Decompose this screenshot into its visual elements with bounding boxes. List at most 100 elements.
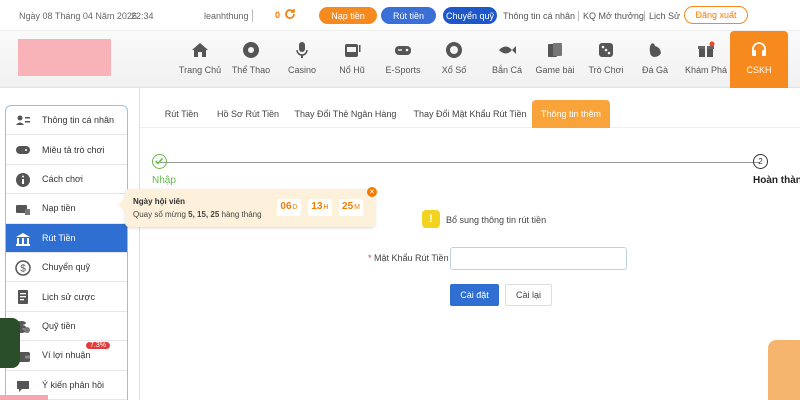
sidebar-item-label: Thông tin cá nhân (42, 115, 115, 126)
progress-line (160, 162, 760, 163)
deposit-button[interactable]: Nạp tiền (319, 7, 377, 24)
popup-text-prefix: Quay số mừng (133, 210, 189, 219)
sidebar-item-withdraw[interactable]: Rút Tiền (6, 223, 127, 253)
sidebar-item-label: Ý kiến phản hồi (42, 379, 105, 390)
sidebar-item-label: Nạp tiền (42, 203, 76, 214)
nav-item-slots[interactable]: Nổ Hũ (323, 40, 381, 75)
sidebar-item-label: Chuyển quỹ (42, 262, 91, 273)
sidebar-item-label: Miêu tả trò chơi (42, 144, 105, 155)
countdown-hours: 13 H (308, 199, 332, 216)
step-input-label: Nhập (152, 175, 176, 186)
dollar-circle-icon: $ (15, 260, 31, 276)
popup-title: Ngày hội viên (133, 197, 186, 206)
microphone-icon (296, 42, 308, 58)
refresh-icon[interactable] (284, 8, 296, 20)
account-sidebar: Thông tin cá nhân Miêu tả trò chơi Cách … (5, 105, 128, 400)
sidebar-item-label: Cách chơi (42, 173, 83, 184)
svg-text:$: $ (20, 263, 26, 274)
sidebar-item-label: Rút Tiền (42, 232, 76, 243)
divider (578, 11, 579, 21)
nav-item-label: Đá Gà (641, 65, 668, 75)
sidebar-item-bet-history[interactable]: Lịch sử cược (6, 282, 127, 312)
popup-days: 5, 15, 25 (188, 210, 220, 219)
nav-item-label: Game bài (535, 65, 575, 75)
balance-amount: 0 (275, 10, 281, 20)
sidebar-item-deposit[interactable]: Nạp tiền (6, 194, 127, 224)
user-card-icon (16, 115, 30, 125)
withdraw-button[interactable]: Rút tiền (381, 7, 436, 24)
headset-icon (752, 42, 766, 56)
logout-button[interactable]: Đăng xuất (684, 6, 748, 24)
sidebar-item-profit-wallet[interactable]: Ví lợi nhuận 7.3% (6, 341, 127, 371)
nav-item-support[interactable]: CSKH (730, 31, 788, 88)
top-bar: Ngày 08 Tháng 04 Năm 2026 22:34 leanhthu… (0, 0, 800, 31)
bank-icon (16, 232, 30, 246)
tab-change-withdraw-password[interactable]: Thay Đổi Mật Khẩu Rút Tiền (408, 100, 532, 128)
fish-icon (499, 46, 516, 54)
sidebar-item-label: Lịch sử cược (42, 291, 95, 302)
password-label: * Mật Khẩu Rút Tiền (368, 253, 449, 263)
current-date: Ngày 08 Tháng 04 Năm 2026 (19, 11, 137, 21)
nav-item-label: CSKH (746, 65, 772, 75)
submit-button[interactable]: Cài đặt (450, 284, 499, 306)
tab-withdraw[interactable]: Rút Tiền (154, 100, 209, 128)
warning-icon: ! (422, 210, 440, 228)
results-link[interactable]: KQ Mở thưởng (583, 11, 644, 21)
countdown-days: 06 D (277, 199, 301, 216)
sidebar-item-profile[interactable]: Thông tin cá nhân (6, 106, 127, 136)
countdown-minutes-unit: M (354, 204, 360, 211)
username: leanhthung (204, 11, 249, 21)
close-icon[interactable]: ✕ (367, 187, 377, 197)
history-link[interactable]: Lịch Sử (649, 11, 680, 21)
promo-badge-right[interactable] (768, 340, 800, 400)
nav-item-card-games[interactable]: Game bài (526, 40, 584, 75)
promo-strip (0, 395, 48, 400)
withdraw-tabs: Rút Tiền Hồ Sơ Rút Tiền Thay Đổi Thẻ Ngâ… (140, 100, 800, 128)
withdraw-password-input[interactable] (450, 247, 627, 270)
popup-text: Quay số mừng 5, 15, 25 hàng tháng (133, 210, 262, 219)
nav-item-label: Trang Chủ (178, 65, 222, 75)
sidebar-item-how-to-play[interactable]: Cách chơi (6, 165, 127, 195)
soccer-ball-icon (243, 42, 259, 58)
tab-change-bank-card[interactable]: Thay Đổi Thẻ Ngân Hàng (293, 100, 398, 128)
reset-button[interactable]: Cài lại (505, 284, 552, 306)
transfer-button[interactable]: Chuyển quỹ (443, 7, 497, 24)
nav-item-esports[interactable]: E-Sports (374, 40, 432, 75)
gamepad-icon (16, 146, 30, 155)
promo-badge-left[interactable] (0, 318, 20, 368)
nav-item-label: Xổ Số (441, 65, 467, 75)
info-icon (16, 172, 30, 187)
nav-item-label: Bắn Cá (491, 65, 523, 75)
countdown-minutes-value: 25 (342, 201, 354, 212)
nav-item-label: Khám Phá (684, 65, 728, 75)
lottery-ball-icon (446, 42, 462, 58)
step-complete-indicator: 2 (753, 154, 768, 169)
countdown-days-unit: D (292, 204, 298, 211)
gamepad-icon (395, 46, 411, 55)
sidebar-item-transfer[interactable]: $ Chuyển quỹ (6, 253, 127, 283)
site-logo[interactable] (18, 39, 111, 76)
popup-text-suffix: hàng tháng (219, 210, 262, 219)
step-input-indicator (152, 154, 167, 169)
nav-item-explore[interactable]: Khám Phá (677, 40, 735, 75)
countdown-days-value: 06 (280, 201, 292, 212)
sidebar-item-game-description[interactable]: Miêu tả trò chơi (6, 135, 127, 165)
sidebar-item-label: Quỹ tiền (42, 320, 76, 331)
gift-icon (698, 41, 715, 57)
nav-item-lottery[interactable]: Xổ Số (425, 40, 483, 75)
nav-item-label: Thể Thao (231, 65, 271, 75)
nav-item-home[interactable]: Trang Chủ (171, 40, 229, 75)
countdown-minutes: 25 M (339, 199, 363, 216)
nav-item-sports[interactable]: Thể Thao (222, 40, 280, 75)
chat-icon (17, 380, 29, 392)
main-nav: Trang Chủ Thể Thao Casino Nổ Hũ E-Sports… (0, 31, 800, 88)
countdown-hours-value: 13 (311, 201, 323, 212)
tab-more-info[interactable]: Thông tin thêm (532, 100, 610, 128)
step-complete-label: Hoàn thành (753, 175, 800, 186)
countdown-hours-unit: H (323, 204, 329, 211)
nav-item-label: Casino (287, 65, 316, 75)
profile-link[interactable]: Thông tin cá nhân (503, 11, 575, 21)
nav-item-cockfight[interactable]: Đá Gà (626, 40, 684, 75)
tab-withdraw-records[interactable]: Hồ Sơ Rút Tiền (213, 100, 283, 128)
sidebar-item-fund[interactable]: Quỹ tiền (6, 312, 127, 342)
